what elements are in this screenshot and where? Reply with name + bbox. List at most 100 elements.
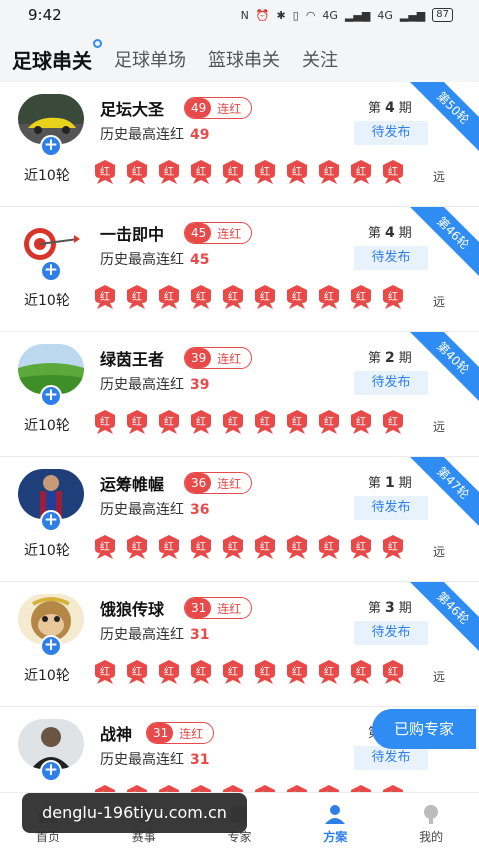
red-result-label: 红 (196, 167, 206, 178)
status-chip[interactable]: 待发布 (354, 246, 428, 270)
red-result-label: 红 (292, 292, 302, 303)
red-result-label: 红 (260, 417, 270, 428)
red-result-label: 红 (228, 292, 238, 303)
tab-basketball-parlay[interactable]: 篮球串关 (208, 46, 280, 72)
expert-card[interactable]: + 饿狼传球 31 连红 历史最高连红 31 第 3 期待发布 第46轮 近10轮红红红红红红红红红… (0, 582, 479, 707)
status-chip[interactable]: 待发布 (354, 621, 428, 645)
red-result-badge: 红 (158, 660, 180, 684)
streak-badge: 39 连红 (184, 347, 253, 369)
red-result-label: 红 (324, 667, 334, 678)
recent-results: 红红红红红红红红红红 (94, 285, 404, 309)
recent-label: 近10轮 (24, 293, 70, 309)
red-result-label: 红 (100, 167, 110, 178)
nav-profile[interactable]: 我的 (383, 793, 479, 852)
streak-label: 连红 (217, 351, 242, 366)
red-result-label: 红 (100, 292, 110, 303)
red-result-label: 红 (324, 292, 334, 303)
red-result-label: 红 (324, 417, 334, 428)
status-chip[interactable]: 待发布 (354, 371, 428, 395)
red-result-label: 红 (164, 542, 174, 553)
red-result-badge: 红 (286, 285, 308, 309)
recent-results: 红红红红红红红红红红 (94, 410, 404, 434)
history-value: 31 (190, 752, 210, 768)
signal-label-2: 4G (377, 8, 393, 22)
red-result-label: 红 (196, 292, 206, 303)
expert-name: 饿狼传球 (100, 600, 165, 619)
red-result-badge: 红 (126, 410, 148, 434)
streak-label: 连红 (217, 101, 242, 116)
red-result-label: 红 (100, 667, 110, 678)
red-result-badge: 红 (286, 160, 308, 184)
red-result-label: 红 (356, 417, 366, 428)
far-label: 远 (433, 295, 446, 309)
history-value: 36 (190, 502, 210, 518)
red-result-label: 红 (196, 417, 206, 428)
history-label: 历史最高连红 (100, 252, 184, 268)
expert-card[interactable]: + 运筹帷幄 36 连红 历史最高连红 36 第 1 期待发布 第47轮 近10轮红红红红红红红红红… (0, 457, 479, 582)
red-result-badge: 红 (254, 410, 276, 434)
expert-name: 运筹帷幄 (100, 475, 165, 494)
history-value: 49 (190, 127, 210, 143)
red-result-label: 红 (164, 667, 174, 678)
history-label: 历史最高连红 (100, 627, 184, 643)
red-result-badge: 红 (350, 160, 372, 184)
watermark-url: denglu-196tiyu.com.cn (22, 793, 247, 833)
expert-card[interactable]: + 足坛大圣 49 连红 历史最高连红 49 第 4 期待发布 第50轮 近10轮红红红红红红红红红… (0, 82, 479, 207)
streak-badge: 31 连红 (146, 722, 215, 744)
history-best: 历史最高连红 36 (100, 499, 209, 519)
red-result-badge: 红 (254, 660, 276, 684)
tab-football-single[interactable]: 足球单场 (114, 46, 186, 72)
follow-plus-icon[interactable]: + (40, 385, 62, 407)
purchased-experts-button[interactable]: 已购专家 (372, 709, 476, 749)
red-result-badge: 红 (318, 660, 340, 684)
expert-name: 战神 (100, 725, 133, 744)
follow-plus-icon[interactable]: + (40, 510, 62, 532)
follow-plus-icon[interactable]: + (40, 260, 62, 282)
red-result-badge: 红 (94, 160, 116, 184)
red-result-label: 红 (292, 667, 302, 678)
expert-name: 绿茵王者 (100, 350, 165, 369)
wifi-icon: ◠ (305, 8, 316, 22)
red-result-badge: 红 (350, 410, 372, 434)
recent-label: 近10轮 (24, 418, 70, 434)
expert-card[interactable]: + 绿茵王者 39 连红 历史最高连红 39 第 2 期待发布 第40轮 近10轮红红红红红红红红红… (0, 332, 479, 457)
period-number: 2 (385, 350, 395, 366)
red-result-badge: 红 (158, 535, 180, 559)
follow-plus-icon[interactable]: + (40, 760, 62, 782)
status-chip[interactable]: 待发布 (354, 746, 428, 770)
period-suffix: 期 (398, 226, 412, 241)
red-result-badge: 红 (94, 535, 116, 559)
nav-plan[interactable]: 方案 (287, 793, 383, 852)
period-suffix: 期 (398, 351, 412, 366)
signal-label-1: 4G (322, 8, 338, 22)
follow-plus-icon[interactable]: + (40, 135, 62, 157)
nav-label: 方案 (323, 830, 348, 844)
category-tabs: 足球串关 足球单场 篮球串关 关注 (0, 30, 479, 88)
red-result-label: 红 (196, 542, 206, 553)
red-result-badge: 红 (254, 160, 276, 184)
red-result-label: 红 (260, 542, 270, 553)
expert-name: 一击即中 (100, 225, 165, 244)
period-suffix: 期 (398, 101, 412, 116)
recent-results: 红红红红红红红红红红 (94, 160, 404, 184)
follow-plus-icon[interactable]: + (40, 635, 62, 657)
red-result-label: 红 (388, 417, 398, 428)
period-info: 第4期 (368, 222, 412, 241)
status-chip[interactable]: 待发布 (354, 121, 428, 145)
red-result-label: 红 (388, 292, 398, 303)
red-result-badge: 红 (222, 160, 244, 184)
red-result-label: 红 (292, 542, 302, 553)
status-chip[interactable]: 待发布 (354, 496, 428, 520)
history-best: 历史最高连红 31 (100, 624, 209, 644)
red-result-badge: 红 (254, 535, 276, 559)
active-dot-icon (93, 38, 102, 48)
tab-label: 足球串关 (12, 48, 92, 73)
period-prefix: 第 (368, 351, 382, 366)
expert-card[interactable]: + 一击即中 45 连红 历史最高连红 45 第 4 期待发布 第46轮 近10轮红红红红红红红红红… (0, 207, 479, 332)
history-value: 45 (190, 252, 210, 268)
period-number: 4 (385, 100, 395, 116)
status-icons: N ⏰ ✱ ▯ ◠ 4G ▂▄▆ 4G ▂▄▆ 87 (241, 8, 453, 22)
tab-football-parlay[interactable]: 足球串关 (12, 38, 102, 74)
red-result-badge: 红 (190, 410, 212, 434)
tab-follow[interactable]: 关注 (302, 46, 338, 72)
